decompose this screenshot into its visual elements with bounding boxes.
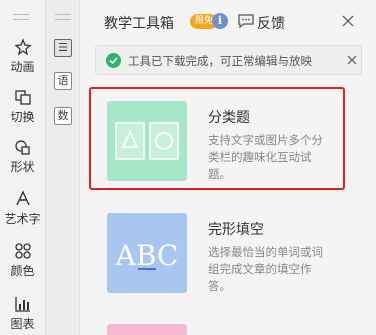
download-notice: 工具已下载完成，可正常编辑与放映 — [95, 45, 362, 75]
selection-highlight — [89, 87, 345, 190]
tool-rail: 动画 切换 形状 艺术字 颜色 图表 — [0, 0, 45, 335]
notice-close-icon[interactable] — [346, 54, 358, 66]
rail-label: 颜色 — [10, 264, 35, 278]
rail-label: 动画 — [10, 60, 35, 74]
abc-icon: ABC — [115, 239, 179, 272]
rail-item-color[interactable]: 颜色 — [0, 242, 45, 279]
rail-label: 图表 — [10, 317, 35, 331]
category-language-button[interactable]: 语 — [54, 72, 72, 90]
feedback-icon[interactable] — [237, 13, 255, 29]
category-list-button[interactable]: ☰ — [54, 39, 72, 57]
info-icon[interactable]: i — [212, 13, 228, 29]
rail-item-chart[interactable]: 图表 — [0, 295, 45, 332]
panel-title: 教学工具箱 — [104, 16, 174, 32]
category-column: ☰ 语 数 — [45, 0, 80, 335]
rail-item-shape[interactable]: 形状 — [0, 138, 45, 175]
rail-label: 切换 — [10, 110, 35, 124]
animation-star-icon — [13, 38, 32, 56]
check-icon — [106, 53, 121, 68]
rail-item-art-text[interactable]: 艺术字 — [0, 190, 45, 227]
rail-grip-icon[interactable] — [13, 14, 29, 20]
rail-item-animation[interactable]: 动画 — [0, 38, 45, 75]
feedback-link[interactable]: 反馈 — [257, 13, 285, 33]
category-grip-icon[interactable] — [55, 14, 71, 20]
cloze-thumbnail: ABC — [107, 213, 187, 293]
teaching-toolbox-panel: 教学工具箱 限免 i 反馈 工具已下载完成，可正常编辑与放映 分类题 支持文字或… — [81, 0, 376, 335]
tool-card-cloze[interactable]: ABC 完形填空 选择最恰当的单词或词组完成文章的填空作答。 — [89, 213, 344, 298]
card-title: 完形填空 — [208, 222, 264, 238]
category-math-button[interactable]: 数 — [54, 107, 72, 125]
tool-card-partial[interactable] — [89, 324, 344, 335]
rail-label: 形状 — [10, 160, 35, 174]
partial-thumbnail — [107, 324, 187, 335]
color-grid-icon — [14, 243, 31, 259]
shape-icon — [14, 140, 30, 155]
rail-item-transition[interactable]: 切换 — [0, 88, 45, 125]
notice-text: 工具已下载完成，可正常编辑与放映 — [128, 54, 312, 68]
abc-text: ABC — [115, 239, 179, 272]
rail-label: 艺术字 — [4, 212, 41, 226]
chart-icon — [14, 297, 30, 312]
close-icon[interactable] — [340, 13, 356, 29]
art-text-icon — [15, 190, 30, 206]
transition-icon — [14, 90, 31, 105]
card-description: 选择最恰当的单词或词组完成文章的填空作答。 — [208, 245, 323, 293]
